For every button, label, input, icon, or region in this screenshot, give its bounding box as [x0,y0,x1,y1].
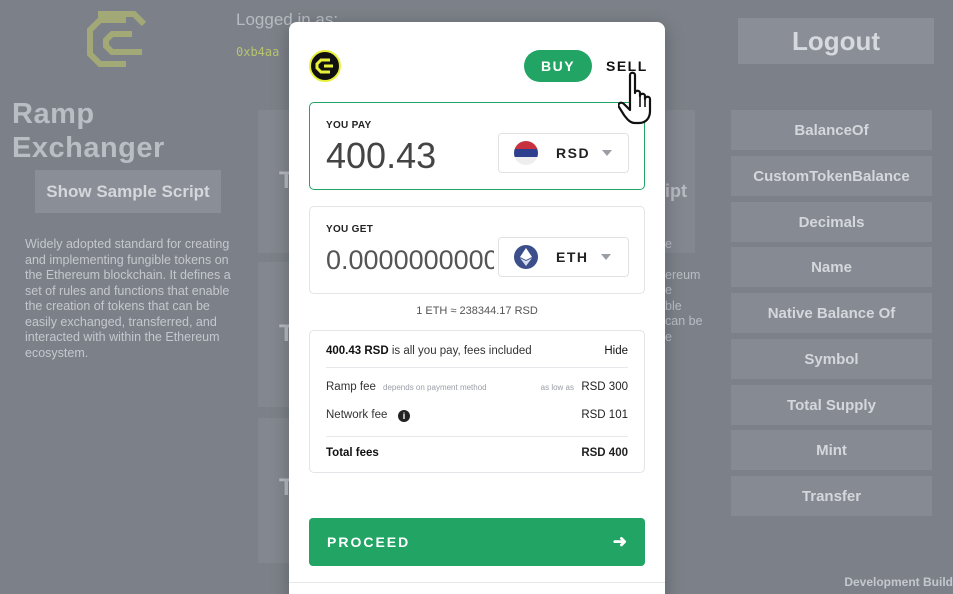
you-get-label: YOU GET [326,224,374,235]
info-icon[interactable]: i [398,410,410,422]
exchange-rate: 1 ETH ≈ 238344.17 RSD [416,305,538,317]
proceed-label: PROCEED [327,534,411,550]
fees-summary-amount: 400.43 RSD [326,345,389,357]
hide-fees-link[interactable]: Hide [604,345,628,357]
app-title: Ramp Exchanger [12,97,165,165]
chevron-down-icon [602,150,613,156]
you-pay-label: YOU PAY [326,120,372,131]
app-title-line2: Exchanger [12,132,165,164]
pay-currency-code: RSD [556,145,591,161]
divider [326,367,628,368]
peek-button-text: ipt [665,181,687,201]
fees-box: 400.43 RSD is all you pay, fees included… [309,330,645,473]
show-sample-script-button[interactable]: Show Sample Script [35,170,221,213]
buy-tab[interactable]: BUY [524,50,592,82]
you-get-box: YOU GET 0.0000000000 ETH [309,206,645,294]
symbol-button[interactable]: Symbol [731,339,932,379]
ramp-fee-low: as low as [540,383,574,392]
serbia-flag-icon [514,141,538,165]
ramp-widget: BUY SELL YOU PAY 400.43 RSD YOU GET 0.00… [289,22,665,594]
pay-currency-select[interactable]: RSD [498,133,629,173]
arrow-right-icon: ➜ [612,532,627,551]
custom-token-balance-button[interactable]: CustomTokenBalance [731,156,932,196]
pay-amount-input[interactable]: 400.43 [326,135,486,177]
total-supply-button[interactable]: Total Supply [731,385,932,425]
wallet-address: 0xb4aa [236,45,280,59]
total-fees-value: RSD 400 [581,447,628,459]
logout-button[interactable]: Logout [738,18,934,64]
footer-divider [289,582,665,583]
get-currency-select[interactable]: ETH [498,237,629,277]
proceed-button[interactable]: PROCEED ➜ [309,518,645,566]
app-logo-icon [87,11,147,67]
description-text: Widely adopted standard for creating and… [25,237,231,360]
name-button[interactable]: Name [731,247,932,287]
hand-pointer-cursor-icon [618,71,652,125]
fees-summary-text: is all you pay, fees included [388,345,532,357]
network-fee-value: RSD 101 [581,409,628,421]
app-title-line1: Ramp [12,98,95,130]
peek-text: e ereum e ble can be e [665,237,703,344]
decimals-button[interactable]: Decimals [731,202,932,242]
ramp-fee-value: RSD 300 [581,381,628,393]
ethereum-icon [514,245,538,269]
divider [326,436,628,437]
native-balance-of-button[interactable]: Native Balance Of [731,293,932,333]
fees-summary: 400.43 RSD is all you pay, fees included [326,345,532,357]
balanceof-button[interactable]: BalanceOf [731,110,932,150]
transfer-button[interactable]: Transfer [731,476,932,516]
get-currency-code: ETH [556,249,589,265]
get-amount-input[interactable]: 0.0000000000 [326,245,494,276]
development-build-label: Development Build [844,575,953,589]
you-pay-box: YOU PAY 400.43 RSD [309,102,645,190]
chevron-down-icon [600,254,611,260]
ramp-fee-note: depends on payment method [383,383,487,392]
ramp-fee-label: Ramp fee [326,381,376,393]
ramp-logo-icon [309,50,341,82]
network-fee-label: Network fee [326,409,388,421]
mint-button[interactable]: Mint [731,430,932,470]
total-fees-label: Total fees [326,447,379,459]
